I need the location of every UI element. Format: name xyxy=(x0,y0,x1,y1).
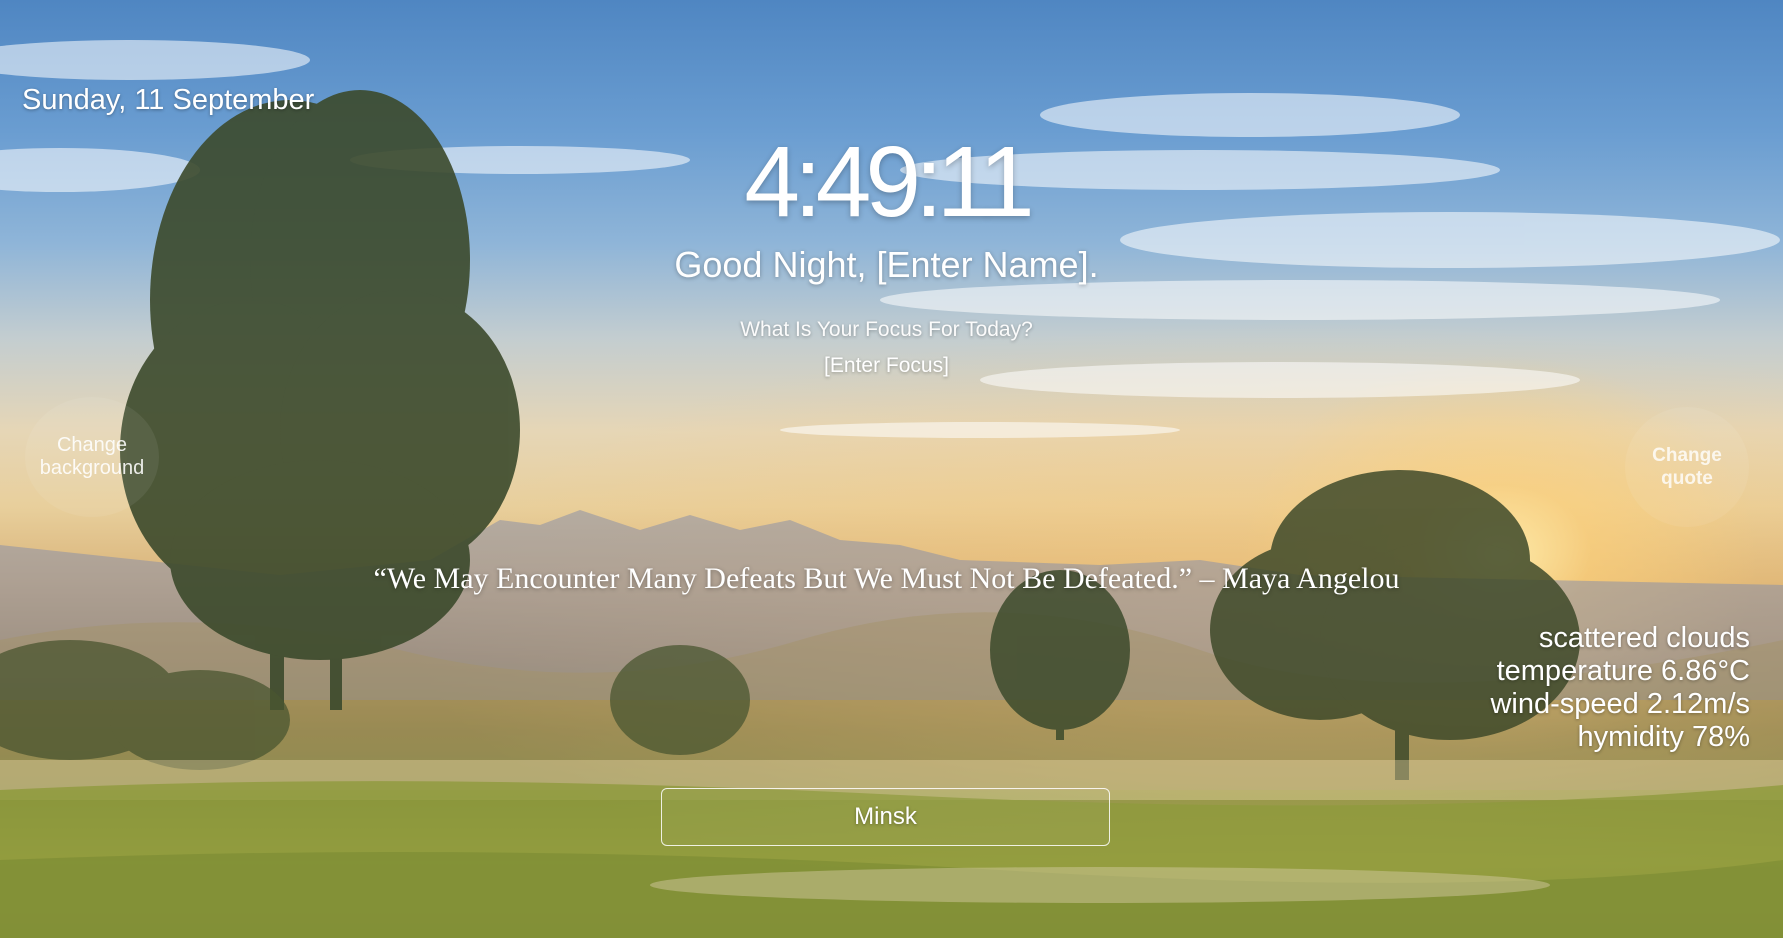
weather-wind-speed: wind-speed 2.12m/s xyxy=(1490,688,1750,720)
weather-humidity: hymidity 78% xyxy=(1577,721,1750,753)
date-display: Sunday, 11 September xyxy=(22,84,315,116)
quote-text: “We May Encounter Many Defeats But We Mu… xyxy=(373,562,1400,595)
city-input[interactable] xyxy=(661,788,1110,846)
weather-panel: scattered clouds temperature 6.86°C wind… xyxy=(1490,622,1750,754)
clock-time: 4:49:11 xyxy=(744,126,1034,238)
focus-input[interactable]: [Enter Focus] xyxy=(0,354,1773,378)
change-quote-button[interactable]: Change quote xyxy=(1625,407,1749,527)
change-background-button[interactable]: Change background xyxy=(25,397,159,517)
weather-temperature: temperature 6.86°C xyxy=(1496,655,1750,687)
greeting-text[interactable]: Good Night, [Enter Name]. xyxy=(0,244,1773,286)
weather-description: scattered clouds xyxy=(1538,622,1750,654)
focus-question: What Is Your Focus For Today? xyxy=(740,318,1033,341)
